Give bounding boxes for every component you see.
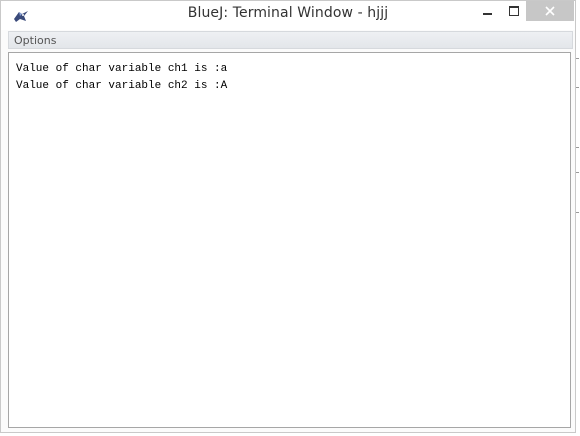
terminal-output[interactable]: Value of char variable ch1 is :a Value o… [8,52,571,428]
edge-mark [576,172,579,173]
output-line: Value of char variable ch1 is :a [16,63,228,75]
terminal-window: BlueJ: Terminal Window - hjjj Options Va… [0,0,576,433]
menu-item-options[interactable]: Options [14,34,56,47]
minimize-icon [483,13,492,15]
background-window-edge [576,0,580,436]
edge-mark [576,58,579,59]
maximize-button[interactable] [499,1,527,21]
menu-bar: Options [8,31,573,49]
close-button[interactable] [526,1,574,21]
output-line: Value of char variable ch2 is :A [16,80,228,92]
edge-mark [576,87,579,88]
maximize-icon [509,6,519,16]
title-bar[interactable]: BlueJ: Terminal Window - hjjj [1,1,575,30]
edge-mark [576,212,579,213]
close-icon [544,4,556,16]
minimize-button[interactable] [473,1,501,21]
edge-mark [576,147,579,148]
